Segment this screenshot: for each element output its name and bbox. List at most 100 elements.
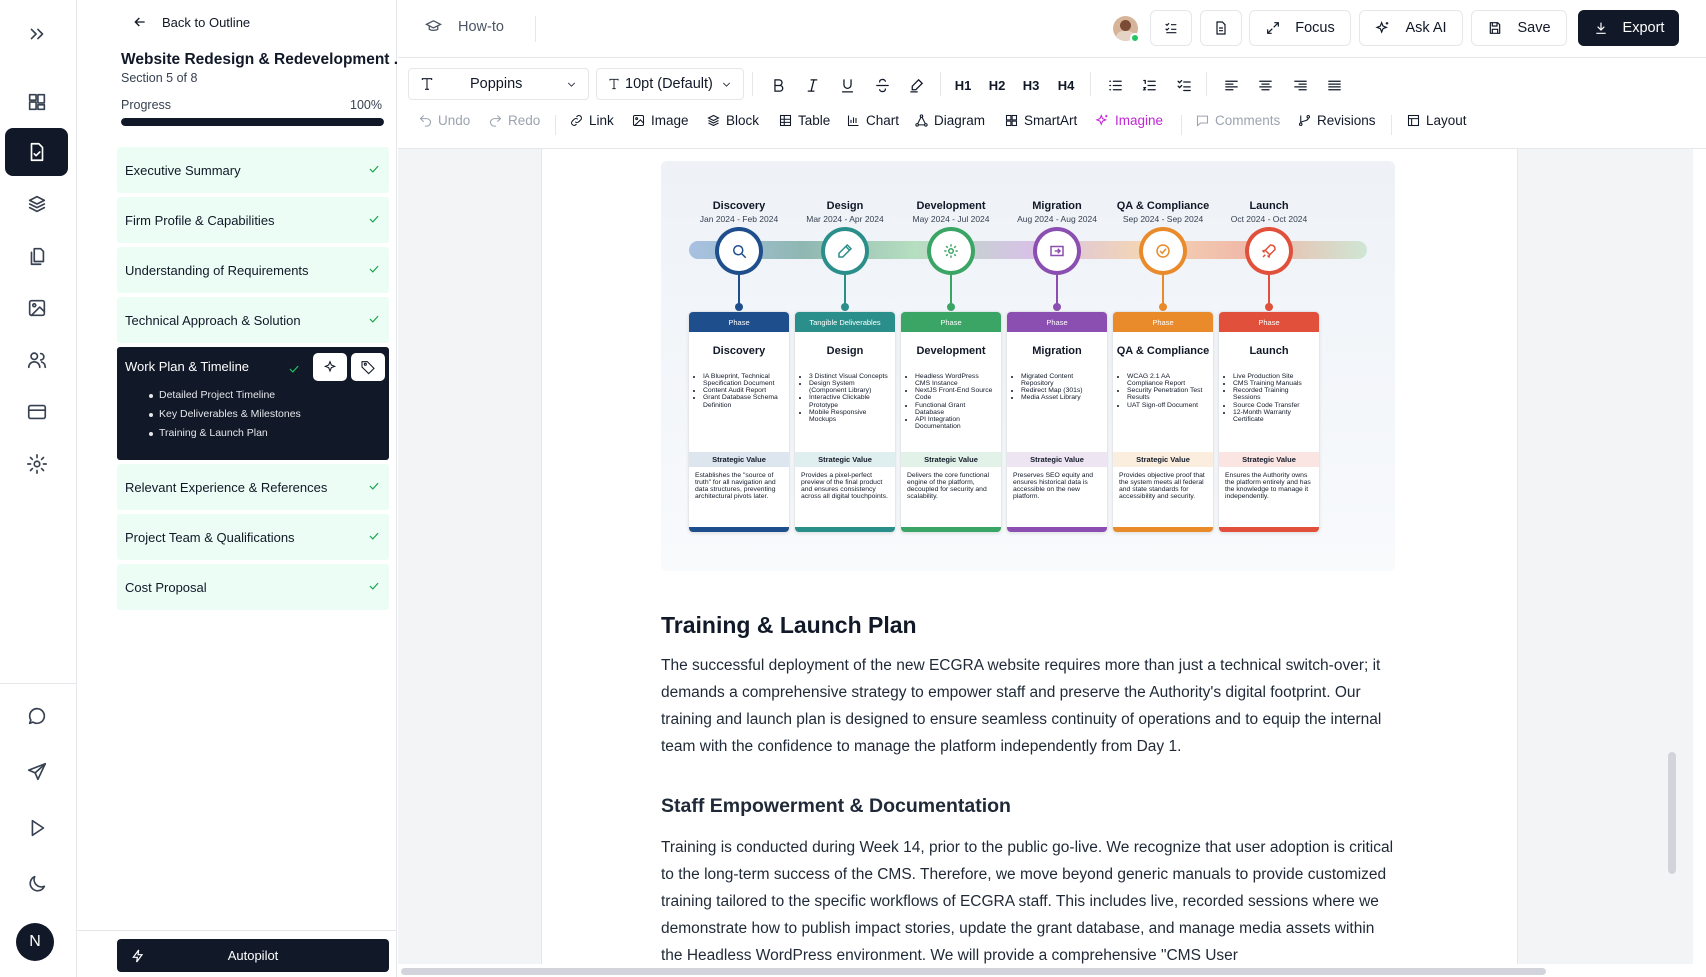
how-to-button[interactable]: How-to [425, 18, 504, 35]
rail-play-button[interactable] [5, 804, 68, 852]
rail-billing-button[interactable] [5, 388, 68, 436]
phase-node-development [931, 231, 971, 271]
rail-library-button[interactable] [5, 232, 68, 280]
expand-sidebar-button[interactable] [5, 10, 68, 58]
numbered-list-button[interactable] [1138, 74, 1160, 96]
rail-dashboard-button[interactable] [5, 78, 68, 126]
top-header: How-to Focus Ask AI Save Export [398, 0, 1706, 58]
highlight-button[interactable] [905, 74, 927, 96]
settings-icon [26, 454, 47, 474]
export-button[interactable]: Export [1578, 10, 1679, 46]
checklist-format-button[interactable] [1173, 74, 1195, 96]
ask-ai-button[interactable]: Ask AI [1359, 10, 1463, 46]
phase-icon [1261, 244, 1276, 259]
deliverable-item: Redirect Map (301s) [1021, 387, 1101, 394]
section-item-firm-profile[interactable]: Firm Profile & Capabilities [117, 197, 389, 243]
align-right-button[interactable] [1289, 74, 1311, 96]
ai-generate-button[interactable] [313, 353, 347, 381]
rail-images-button[interactable] [5, 284, 68, 332]
subsection-item[interactable]: Detailed Project Timeline [149, 389, 389, 408]
rail-settings-button[interactable] [5, 440, 68, 488]
deliverable-item: Grant Database Schema Definition [703, 394, 783, 408]
deliverable-item: Interactive Clickable Prototype [809, 394, 889, 408]
bullet-list-button[interactable] [1104, 74, 1126, 96]
card-footer-bar [1007, 527, 1107, 532]
document-page[interactable]: Discovery Jan 2024 - Feb 2024 Phase Discove… [541, 149, 1518, 964]
deliverable-item: NextJS Front-End Source Code [915, 387, 995, 401]
timeline-infographic[interactable]: Discovery Jan 2024 - Feb 2024 Phase Discove… [661, 161, 1395, 571]
insert-smartart-button[interactable]: SmartArt [1004, 113, 1077, 128]
deliverables-list: Live Production SiteCMS Training Manuals… [1233, 373, 1313, 423]
align-left-button[interactable] [1220, 74, 1242, 96]
sparkles-icon [1375, 21, 1389, 34]
section-item-project-team[interactable]: Project Team & Qualifications [117, 514, 389, 560]
horizontal-scroll-thumb[interactable] [401, 968, 1546, 975]
redo-button[interactable]: Redo [488, 113, 540, 128]
vertical-scroll-thumb[interactable] [1668, 752, 1676, 874]
heading-1-button[interactable]: H1 [952, 74, 974, 96]
save-button[interactable]: Save [1471, 10, 1567, 46]
training-paragraph[interactable]: The successful deployment of the new ECG… [661, 652, 1396, 760]
italic-button[interactable] [801, 74, 823, 96]
subsection-item[interactable]: Key Deliverables & Milestones [149, 408, 389, 427]
heading-3-button[interactable]: H3 [1020, 74, 1042, 96]
layers-icon [28, 195, 45, 213]
layout-button[interactable]: Layout [1406, 113, 1467, 128]
imagine-button[interactable]: Imagine [1095, 113, 1163, 128]
rail-send-button[interactable] [5, 748, 68, 796]
section-item-understanding-requirements[interactable]: Understanding of Requirements [117, 247, 389, 293]
focus-button[interactable]: Focus [1249, 10, 1351, 46]
link-icon [571, 115, 582, 126]
section-tag-button[interactable] [351, 353, 385, 381]
heading-2-button[interactable]: H2 [986, 74, 1008, 96]
align-center-button[interactable] [1254, 74, 1276, 96]
document-preview-button[interactable] [1200, 10, 1242, 46]
underline-button[interactable] [836, 74, 858, 96]
card-footer-bar [901, 527, 1001, 532]
strikethrough-button[interactable] [871, 74, 893, 96]
comments-button[interactable]: Comments [1195, 113, 1280, 128]
task-list-icon [1176, 79, 1191, 91]
rail-documents-button[interactable] [5, 128, 68, 176]
staff-heading[interactable]: Staff Empowerment & Documentation [661, 795, 1011, 818]
section-item-cost-proposal[interactable]: Cost Proposal [117, 564, 389, 610]
back-to-outline-link[interactable]: Back to Outline [132, 14, 250, 30]
section-item-work-plan-timeline[interactable]: Work Plan & Timeline Detailed Project Ti… [117, 347, 389, 460]
font-family-select[interactable]: Poppins [408, 68, 589, 100]
revisions-button[interactable]: Revisions [1297, 113, 1376, 128]
training-heading[interactable]: Training & Launch Plan [661, 612, 917, 639]
insert-link-button[interactable]: Link [569, 113, 614, 128]
font-size-value: 10pt (Default) [625, 76, 713, 92]
justify-button[interactable] [1323, 74, 1345, 96]
sparkles-icon [323, 360, 337, 373]
deliverables-list: 3 Distinct Visual ConceptsDesign System … [809, 373, 889, 423]
insert-diagram-button[interactable]: Diagram [914, 113, 985, 128]
rail-theme-button[interactable] [5, 860, 68, 908]
font-size-select[interactable]: 10pt (Default) [596, 68, 744, 100]
account-avatar[interactable]: N [16, 923, 54, 961]
rail-chat-button[interactable] [5, 692, 68, 740]
bold-button[interactable] [767, 74, 789, 96]
undo-icon [419, 115, 432, 127]
heading-4-button[interactable]: H4 [1055, 74, 1077, 96]
insert-image-button[interactable]: Image [631, 113, 689, 128]
card-header-bar: Phase [901, 312, 1001, 332]
rail-divider [0, 683, 77, 684]
section-item-technical-approach[interactable]: Technical Approach & Solution [117, 297, 389, 343]
autopilot-button[interactable]: Autopilot [117, 939, 389, 972]
subsection-item[interactable]: Training & Launch Plan [149, 427, 389, 446]
insert-chart-button[interactable]: Chart [846, 113, 899, 128]
insert-table-button[interactable]: Table [778, 113, 830, 128]
checklist-button[interactable] [1150, 10, 1192, 46]
phase-connector [1053, 275, 1061, 311]
rail-layers-button[interactable] [5, 180, 68, 228]
section-item-relevant-experience[interactable]: Relevant Experience & References [117, 464, 389, 510]
image-icon [28, 299, 45, 317]
insert-block-button[interactable]: Block [706, 113, 759, 128]
arrow-left-icon [134, 17, 145, 27]
staff-paragraph[interactable]: Training is conducted during Week 14, pr… [661, 834, 1396, 964]
undo-button[interactable]: Undo [418, 113, 470, 128]
section-item-executive-summary[interactable]: Executive Summary [117, 147, 389, 193]
deliverable-item: Migrated Content Repository [1021, 373, 1101, 387]
rail-team-button[interactable] [5, 336, 68, 384]
